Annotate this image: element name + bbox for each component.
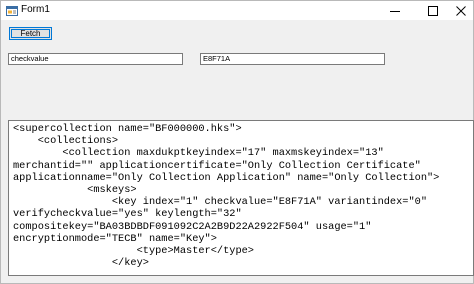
xml-output-textarea[interactable]: <supercollection name="BF000000.hks"> <c… xyxy=(8,120,474,276)
fetch-button[interactable]: Fetch xyxy=(9,27,52,40)
form-window: Form1 Fetch checkvalue E8F71A <supercoll… xyxy=(0,0,474,284)
xml-line: <key index="1" checkvalue="E8F71A" varia… xyxy=(13,196,428,209)
result-input[interactable]: E8F71A xyxy=(200,53,385,65)
minimize-icon xyxy=(390,10,400,12)
maximize-icon xyxy=(428,5,438,16)
close-icon xyxy=(456,5,466,16)
xml-line: </key> xyxy=(13,257,149,270)
xml-line: encryptionmode="TECB" name="Key"> xyxy=(13,232,217,245)
minimize-button[interactable] xyxy=(381,1,409,20)
xml-line: <collections> xyxy=(13,135,119,148)
xml-line: <type>Master</type> xyxy=(13,244,254,257)
xml-line: merchantid="" applicationcertificate="On… xyxy=(13,159,421,172)
xml-line: verifycheckvalue="yes" keylength="32" xyxy=(13,208,242,221)
xml-line: applicationname="Only Collection Applica… xyxy=(13,171,440,184)
window-title: Form1 xyxy=(21,4,50,15)
close-button[interactable] xyxy=(447,1,474,20)
xml-line: compositekey="BA03BDBDF091092C2A2B9D22A2… xyxy=(13,220,372,233)
checkvalue-input[interactable]: checkvalue xyxy=(8,53,183,65)
maximize-button[interactable] xyxy=(419,1,447,20)
xml-line: <supercollection name="BF000000.hks"> xyxy=(13,123,242,135)
title-bar[interactable]: Form1 xyxy=(1,1,473,20)
xml-line: <collection maxdukptkeyindex="17" maxmsk… xyxy=(13,147,384,160)
form-icon xyxy=(6,4,18,16)
xml-line: <mskeys> xyxy=(13,183,137,196)
